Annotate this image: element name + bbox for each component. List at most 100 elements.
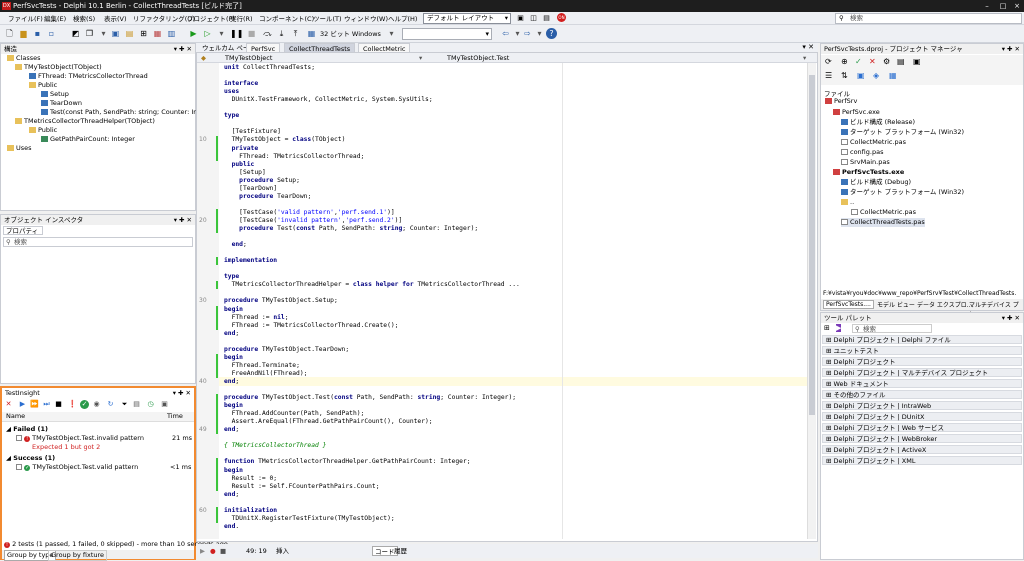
menu-run[interactable]: 実行(R) [230,14,253,24]
checkbox[interactable] [16,435,22,441]
tree-node-teardown[interactable]: TearDown [41,99,82,108]
code-line[interactable]: begin [224,354,243,362]
project-node-srvmain[interactable]: SrvMain.pas [841,158,890,167]
code-line[interactable]: [TearDown] [224,185,277,193]
help-icon[interactable]: ? [546,28,557,39]
menu-view[interactable]: 表示(V) [104,14,127,24]
tree-node-public[interactable]: Public [29,81,57,90]
project-node-target[interactable]: ターゲット プラットフォーム (Win32) [841,128,964,137]
menu-refactor[interactable]: リファクタリング(O) [133,14,195,24]
project-node-perfsrv[interactable]: PerfSrv [825,97,857,106]
tree-node-classes[interactable]: Classes [7,54,41,63]
menu-help[interactable]: ヘルプ(H) [388,14,417,24]
code-line[interactable]: type [224,273,239,281]
tree-node-public2[interactable]: Public [29,126,57,135]
menu-component[interactable]: コンポーネント(C) [259,14,314,24]
pin-close-icon[interactable]: ▾ ✚ ✕ [1002,44,1020,54]
pin-close-icon[interactable]: ▾ ✚ ✕ [173,388,191,398]
run-icon[interactable]: ▶ [188,28,199,39]
save-icon[interactable]: ▣ [160,400,169,409]
platform-dropdown-icon[interactable]: ▾ [386,28,397,39]
run-without-debug-icon[interactable]: ▷ [202,28,213,39]
run-selected-icon[interactable]: ⏩ [30,400,39,409]
code-line[interactable]: TMetricsCollectorThreadHelper = class he… [224,281,520,289]
palette-category[interactable]: ⊞ Delphi プロジェクト | マルチデバイス プロジェクト [822,368,1022,377]
dock-layout-icon[interactable]: ◫ [528,13,539,24]
code-line[interactable]: public [224,161,255,169]
code-line[interactable]: procedure TMyTestObject.TearDown; [224,346,349,354]
code-line[interactable]: TDUnitX.RegisterTestFixture(TMyTestObjec… [224,515,395,523]
activate-icon[interactable]: ✓ [855,57,862,66]
code-line[interactable]: FThread.Terminate; [224,362,300,370]
expand-icon[interactable]: ▣ [913,57,921,66]
method-combo[interactable]: TMyTestObject.Test [447,54,509,63]
code-line[interactable]: end; [224,241,247,249]
checkbox[interactable] [16,464,22,470]
new-file-icon[interactable]: 🗋 [4,28,15,39]
project-node-config[interactable]: config.pas [841,148,883,157]
build-icon[interactable]: ▣ [857,71,865,80]
tree-node-setup[interactable]: Setup [41,90,69,99]
menu-edit[interactable]: 編集(E) [44,14,66,24]
palette-category[interactable]: ⊞ Delphi プロジェクト | DUnitX [822,412,1022,421]
show-failed-icon[interactable]: ❗ [68,400,77,409]
maximize-icon[interactable]: □ [996,0,1010,12]
menu-file[interactable]: ファイル(F) [8,14,43,24]
step-over-icon[interactable]: ⤼ [262,28,273,39]
code-line[interactable]: initialization [224,507,277,515]
code-line[interactable]: procedure TMyTestObject.Test(const Path,… [224,394,516,402]
disk-icon[interactable]: ▣ [110,28,121,39]
palette-category[interactable]: ⊞ Delphi プロジェクト | ActiveX [822,445,1022,454]
add-icon[interactable]: ⊕ [841,57,848,66]
code-line[interactable]: [Setup] [224,169,266,177]
palette-category[interactable]: ⊞ ユニットテスト [822,346,1022,355]
code-line[interactable]: begin [224,467,243,475]
success-test-row[interactable]: ✓ TMyTestObject.Test.valid pattern [16,463,138,473]
show-passed-icon[interactable]: ✓ [80,400,89,409]
code-line[interactable]: TMyTestObject = class(TObject) [224,136,346,144]
code-line[interactable]: end. [224,523,239,531]
refresh-icon[interactable]: ↻ [106,400,115,409]
palette-search-input[interactable]: ⚲ 検索 [852,324,932,333]
step-out-icon[interactable]: ⤒ [290,28,301,39]
code-editor[interactable]: ◆ TMyTestObject ▾ TMyTestObject.Test ▾ 1… [196,52,818,542]
tree-node-uses[interactable]: Uses [7,144,32,153]
save-all-icon[interactable]: ▫ [46,28,57,39]
play-macro-icon[interactable]: ■ [220,544,226,558]
tree-node-test[interactable]: Test(const Path, SendPath: string; Count… [41,108,197,117]
window-layout-icon[interactable]: ▤ [541,13,552,24]
close-icon[interactable]: × [1010,0,1024,12]
layout-select[interactable]: デフォルト レイアウト ▾ [423,13,511,24]
options-icon[interactable]: ▤ [132,400,141,409]
menu-tools[interactable]: ツール(T) [313,14,342,24]
project-node-collectmetric[interactable]: CollectMetric.pas [841,138,906,147]
compile-icon[interactable]: ◈ [873,71,879,80]
tree-node-tmytestobject[interactable]: TMyTestObject(TObject) [15,63,102,72]
project-node-parent[interactable]: .. [841,198,854,207]
palette-category[interactable]: ⊞ その他のファイル [822,390,1022,399]
palette-category[interactable]: ⊞ Delphi プロジェクト | Web サービス [822,423,1022,432]
copy-icon[interactable]: ❐ [84,28,95,39]
tree-node-fthread[interactable]: FThread: TMetricsCollectorThread [29,72,148,81]
tab-model-view[interactable]: モデル ビュー [877,300,915,309]
code-line[interactable]: type [224,112,239,120]
code-line[interactable]: Assert.AreEqual(FThread.GetPathPairCount… [224,418,433,426]
tree-node-helper[interactable]: TMetricsCollectorThreadHelper(TObject) [15,117,155,126]
tab-group-by-fixture[interactable]: Group by fixture [48,550,108,561]
code-line[interactable]: unit CollectThreadTests; [224,64,315,72]
run-tests-icon[interactable]: ▶ [18,400,27,409]
success-group[interactable]: ◢ Success (1) [6,454,55,463]
code-line[interactable]: begin [224,402,243,410]
save-layout-icon[interactable]: ▣ [515,13,526,24]
code-line[interactable]: begin [224,306,243,314]
project-node-collectthreadtests[interactable]: CollectThreadTests.pas [841,218,925,227]
view-icon[interactable]: ▤ [897,57,905,66]
palette-category[interactable]: ⊞ Delphi プロジェクト | XML [822,456,1022,465]
stop-icon[interactable]: ■ [246,28,257,39]
failed-group[interactable]: ◢ Failed (1) [6,425,48,434]
project-node-build-config[interactable]: ビルド構成 (Release) [841,118,915,127]
close-tab-icon[interactable]: ▾ ✕ [802,43,814,51]
code-line[interactable]: [TestCase('invalid pattern','perf.send.2… [224,217,402,225]
show-skipped-icon[interactable]: ◉ [92,400,101,409]
palette-category[interactable]: ⊞ Web ドキュメント [822,379,1022,388]
